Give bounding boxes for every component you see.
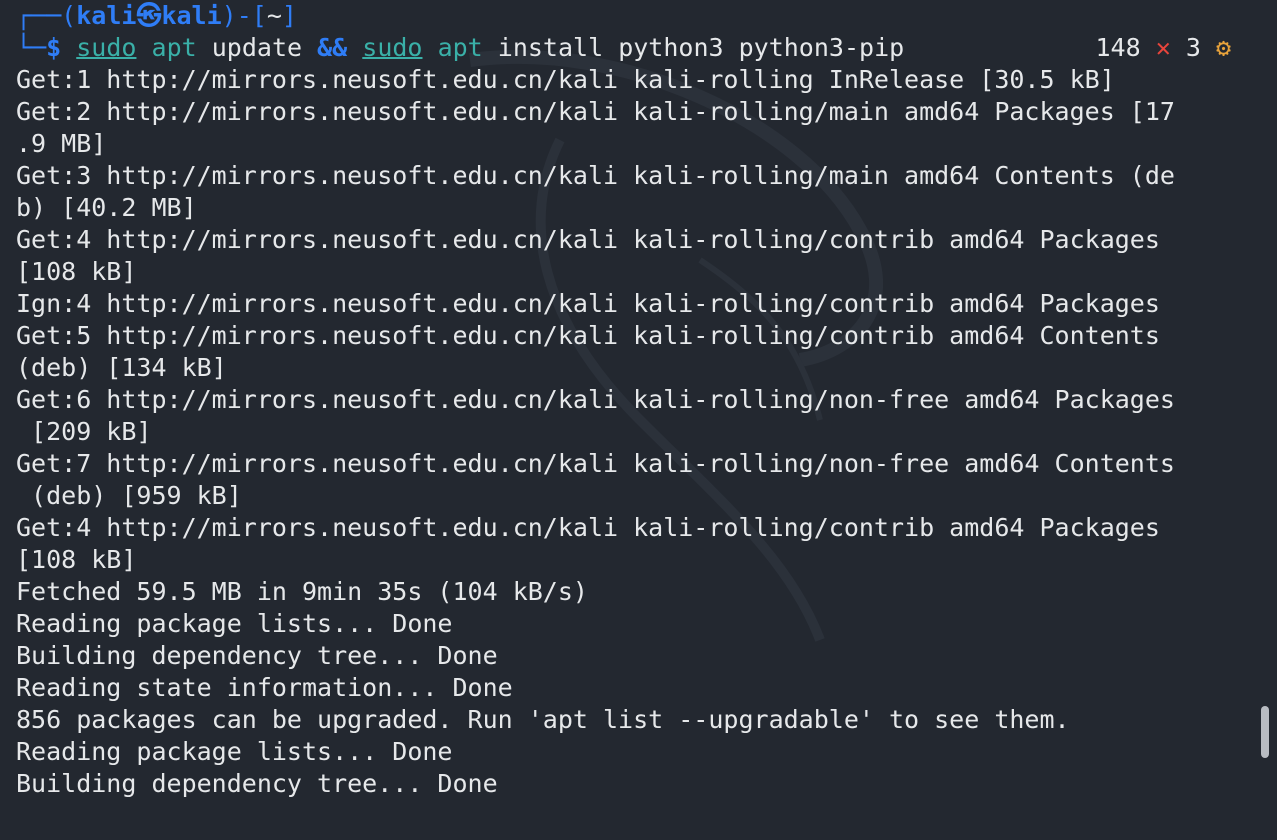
output-line: Get:4 http://mirrors.neusoft.edu.cn/kali…: [16, 513, 1160, 542]
exit-status: 148 ✕ 3 ⚙: [1095, 32, 1231, 64]
scrollbar-thumb[interactable]: [1261, 706, 1269, 758]
output-line: Building dependency tree... Done: [16, 769, 498, 798]
prompt-dollar: $: [46, 33, 62, 62]
output-line: .9 MB]: [16, 129, 107, 158]
exit-code: 3: [1185, 33, 1201, 62]
output-line: Reading package lists... Done: [16, 609, 453, 638]
output-line: [108 kB]: [16, 545, 137, 574]
prompt-directory: ~: [266, 1, 282, 30]
output-line: Ign:4 http://mirrors.neusoft.edu.cn/kali…: [16, 289, 1160, 318]
output-line: Get:6 http://mirrors.neusoft.edu.cn/kali…: [16, 385, 1175, 414]
output-line: Fetched 59.5 MB in 9min 35s (104 kB/s): [16, 577, 588, 606]
prompt-host: kali: [161, 1, 222, 30]
history-count: 148: [1095, 33, 1141, 62]
output-line: (deb) [134 kB]: [16, 353, 227, 382]
output-line: [108 kB]: [16, 257, 137, 286]
prompt-at-symbol: ㉿: [136, 1, 162, 30]
output-line: [209 kB]: [16, 417, 152, 446]
output-line: 856 packages can be upgraded. Run 'apt l…: [16, 705, 1070, 734]
error-x-icon: ✕: [1155, 33, 1171, 62]
output-line: Get:4 http://mirrors.neusoft.edu.cn/kali…: [16, 225, 1160, 254]
output-line: Reading package lists... Done: [16, 737, 453, 766]
prompt-user: kali: [76, 1, 137, 30]
output-line: Get:5 http://mirrors.neusoft.edu.cn/kali…: [16, 321, 1160, 350]
terminal-window[interactable]: ┌──(kali㉿kali)-[~] └─$ sudo apt update &…: [0, 0, 1277, 840]
prompt-line-top: ┌──(kali㉿kali)-[~]: [16, 1, 297, 30]
command-output: Get:1 http://mirrors.neusoft.edu.cn/kali…: [16, 64, 1256, 800]
output-line: Reading state information... Done: [16, 673, 513, 702]
gear-icon: ⚙: [1215, 33, 1231, 62]
output-line: Get:3 http://mirrors.neusoft.edu.cn/kali…: [16, 161, 1175, 190]
output-line: Get:2 http://mirrors.neusoft.edu.cn/kali…: [16, 97, 1175, 126]
output-line: Building dependency tree... Done: [16, 641, 498, 670]
command-line[interactable]: └─$ sudo apt update && sudo apt install …: [16, 32, 1256, 64]
output-line: b) [40.2 MB]: [16, 193, 197, 222]
terminal-content: ┌──(kali㉿kali)-[~] └─$ sudo apt update &…: [16, 0, 1256, 800]
output-line: Get:7 http://mirrors.neusoft.edu.cn/kali…: [16, 449, 1175, 478]
output-line: Get:1 http://mirrors.neusoft.edu.cn/kali…: [16, 65, 1115, 94]
output-line: (deb) [959 kB]: [16, 481, 242, 510]
